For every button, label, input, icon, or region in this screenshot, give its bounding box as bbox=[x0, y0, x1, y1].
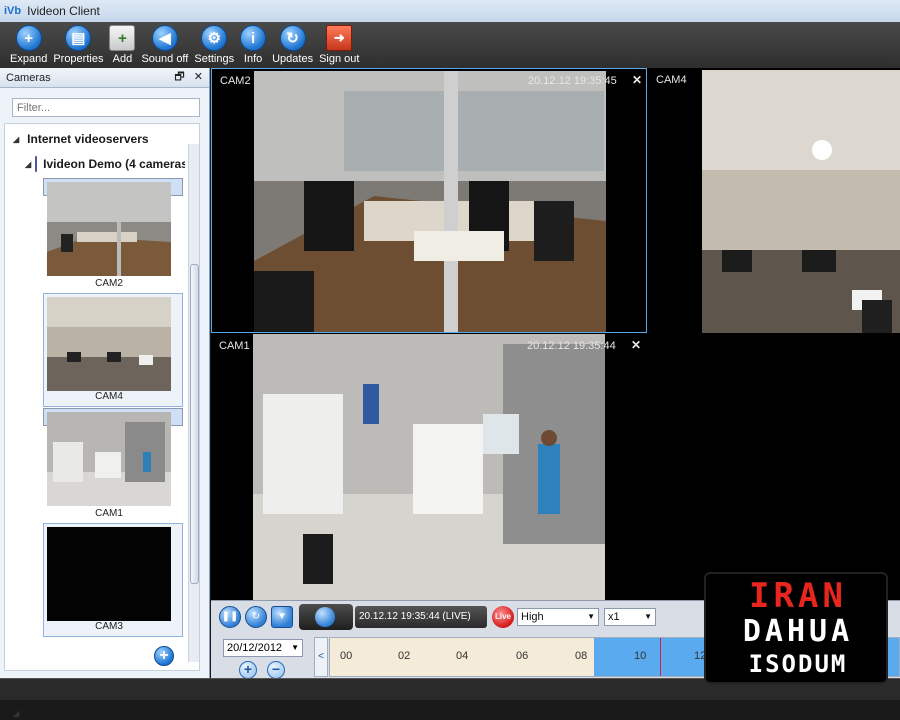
tile-camera-label: CAM2 bbox=[220, 75, 251, 87]
export-button[interactable]: ▼ bbox=[271, 606, 293, 628]
watermark-line1: IRAN bbox=[749, 576, 847, 616]
tile-camera-label: CAM1 bbox=[219, 340, 250, 352]
sign-out-icon: ➜ bbox=[326, 25, 353, 51]
refresh-button[interactable]: ↻ bbox=[245, 606, 267, 628]
cam2-thumbnail bbox=[47, 182, 171, 276]
camera-thumb-label: CAM2 bbox=[95, 278, 123, 289]
camera-thumb-cam2[interactable]: CAM2 bbox=[43, 178, 183, 289]
close-panel-icon[interactable]: ✕ bbox=[194, 71, 203, 83]
tile-close-icon[interactable]: ✕ bbox=[632, 73, 642, 87]
camera-thumb-cam3[interactable]: CAM3 bbox=[43, 523, 183, 637]
zoom-out-button[interactable]: − bbox=[267, 661, 285, 679]
timeline-tick: 02 bbox=[398, 650, 411, 662]
timeline-tick: 10 bbox=[634, 650, 647, 662]
timeline-marker bbox=[660, 638, 661, 676]
updates-button[interactable]: ↻ Updates bbox=[272, 22, 313, 65]
camera-thumb-label: CAM4 bbox=[95, 391, 123, 402]
plus-icon: + bbox=[15, 25, 42, 51]
sign-out-button[interactable]: ➜ Sign out bbox=[319, 22, 359, 65]
cam2-video-feed bbox=[254, 71, 606, 332]
watermark-logo: IRAN DAHUA ISODUM bbox=[704, 572, 888, 684]
camera-thumb-cam4[interactable]: CAM4 bbox=[43, 293, 183, 407]
video-tile-cam2[interactable]: CAM2 20.12.12 19:35:45 ✕ bbox=[211, 68, 647, 333]
cam1-video-feed bbox=[253, 334, 605, 600]
tree-scrollbar[interactable] bbox=[188, 144, 199, 662]
camera-tree: ◢ Internet videoservers ◢ Ivideon Demo (… bbox=[4, 123, 200, 720]
tile-close-icon[interactable]: ✕ bbox=[631, 338, 641, 352]
title-bar: iVb Ivideon Client bbox=[0, 0, 900, 22]
cam3-thumbnail bbox=[47, 527, 171, 621]
pause-button[interactable]: ❚❚ bbox=[219, 606, 241, 628]
float-panel-icon[interactable]: 🗗 bbox=[174, 71, 184, 83]
cam4-thumbnail bbox=[47, 297, 171, 391]
video-tile-cam4[interactable]: CAM4 bbox=[648, 68, 900, 333]
settings-button[interactable]: ⚙ Settings bbox=[194, 22, 234, 65]
timeline-tick: 08 bbox=[575, 650, 588, 662]
film-reel-icon bbox=[315, 607, 335, 627]
speaker-icon: ◀ bbox=[151, 25, 178, 51]
timeline-left-arrow[interactable]: < bbox=[314, 637, 328, 677]
date-picker[interactable]: 20/12/2012 ▼ bbox=[223, 639, 303, 657]
cameras-panel-title: Cameras bbox=[6, 71, 51, 84]
tile-timestamp: 20.12.12 19:35:45 bbox=[528, 75, 617, 87]
timeline-tick: 00 bbox=[340, 650, 353, 662]
cam4-video-feed bbox=[702, 70, 900, 333]
add-button[interactable]: + Add bbox=[109, 22, 136, 65]
live-button[interactable]: Live bbox=[492, 606, 514, 628]
video-tile-cam1[interactable]: CAM1 20.12.12 19:35:44 ✕ bbox=[211, 334, 647, 600]
camera-thumb-cam1[interactable]: CAM1 bbox=[43, 408, 183, 519]
camera-thumb-label: CAM3 bbox=[95, 621, 123, 632]
expand-triangle-icon[interactable]: ◢ bbox=[13, 709, 19, 718]
info-button[interactable]: i Info bbox=[240, 22, 267, 65]
timeline-tick: 04 bbox=[456, 650, 469, 662]
add-camera-icon: + bbox=[109, 25, 136, 51]
watermark-line3: ISODUM bbox=[748, 650, 848, 678]
playback-status: 20.12.12 19:35:44 (LIVE) bbox=[355, 606, 487, 628]
sound-off-button[interactable]: ◀ Sound off bbox=[141, 22, 188, 65]
filter-input[interactable] bbox=[12, 98, 200, 117]
gear-icon: ⚙ bbox=[201, 25, 228, 51]
cam1-thumbnail bbox=[47, 412, 171, 506]
cameras-panel-header: Cameras 🗗 ✕ bbox=[0, 68, 209, 88]
chevron-down-icon: ▼ bbox=[644, 612, 652, 621]
tree-group-local[interactable]: ◢ Local videoservers bbox=[13, 706, 136, 720]
tree-server-ivideon-demo[interactable]: ◢ Ivideon Demo (4 cameras) bbox=[25, 156, 185, 172]
add-server-button[interactable]: + bbox=[154, 646, 174, 666]
scrollbar-thumb[interactable] bbox=[190, 264, 199, 584]
zoom-in-button[interactable]: + bbox=[239, 661, 257, 679]
main-toolbar: + Expand ▤ Properties + Add ◀ Sound off … bbox=[0, 22, 900, 68]
updates-icon: ↻ bbox=[279, 25, 306, 51]
info-icon: i bbox=[240, 25, 267, 51]
properties-icon: ▤ bbox=[65, 25, 92, 51]
expand-triangle-icon[interactable]: ◢ bbox=[13, 135, 19, 144]
cameras-panel: Cameras 🗗 ✕ ◢ Internet videoservers ◢ Iv… bbox=[0, 68, 210, 720]
server-icon bbox=[35, 156, 38, 172]
tree-group-internet[interactable]: ◢ Internet videoservers bbox=[13, 132, 149, 146]
tile-timestamp: 20.12.12 19:35:44 bbox=[527, 340, 616, 352]
expand-button[interactable]: + Expand bbox=[10, 22, 47, 65]
expand-triangle-icon[interactable]: ◢ bbox=[25, 160, 31, 169]
app-logo: iVb bbox=[4, 5, 22, 17]
tile-camera-label: CAM4 bbox=[656, 74, 687, 86]
video-grid: CAM2 20.12.12 19:35:45 ✕ CAM4 CAM1 20.12… bbox=[211, 68, 900, 600]
archive-button[interactable] bbox=[299, 604, 353, 630]
timeline-tick: 06 bbox=[516, 650, 529, 662]
chevron-down-icon: ▼ bbox=[291, 643, 299, 652]
camera-thumb-label: CAM1 bbox=[95, 508, 123, 519]
watermark-line2: DAHUA bbox=[742, 614, 854, 649]
properties-button[interactable]: ▤ Properties bbox=[53, 22, 103, 65]
window-title: Ivideon Client bbox=[27, 4, 100, 18]
chevron-down-icon: ▼ bbox=[587, 612, 595, 621]
quality-select[interactable]: High ▼ bbox=[517, 608, 599, 626]
speed-select[interactable]: x1 ▼ bbox=[604, 608, 656, 626]
